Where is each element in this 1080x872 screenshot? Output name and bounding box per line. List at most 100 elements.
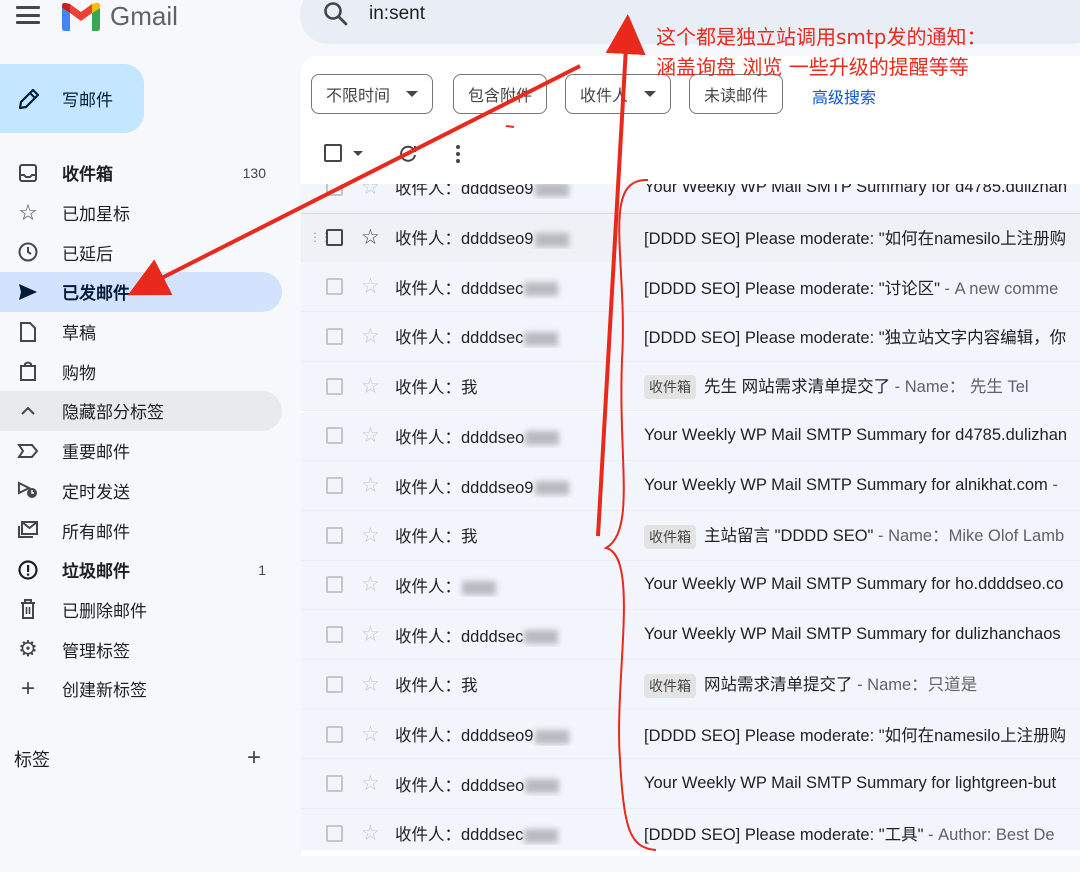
recipient-prefix: 收件人： [395, 627, 461, 646]
star-icon[interactable]: ☆ [361, 624, 380, 645]
email-recipient: 收件人：我 [395, 523, 630, 547]
row-checkbox[interactable] [326, 427, 343, 445]
row-checkbox[interactable] [326, 725, 343, 743]
sidebar-item[interactable]: 垃圾邮件 1 [0, 550, 282, 590]
recipient-prefix: 收件人： [395, 776, 461, 795]
email-row[interactable]: ☆ 收件人：ddddsec Your Weekly WP Mail SMTP Sum… [301, 610, 1080, 660]
recipient-name: ddddsec [461, 279, 524, 298]
email-recipient: 收件人：ddddseo9 [395, 225, 630, 249]
sidebar-item[interactable]: ⚙ 管理标签 [0, 629, 282, 669]
row-checkbox[interactable] [326, 184, 343, 196]
email-row[interactable]: ☆ 收件人：ddddseo9 [DDDD SEO] Please moderate:… [301, 709, 1080, 760]
row-checkbox[interactable] [326, 824, 343, 842]
sidebar-item[interactable]: + 创建新标签 [0, 669, 282, 709]
email-row[interactable]: ☆ 收件人：我 收件箱 主站留言 "DDDD SEO" - Name：Mike Olo… [301, 510, 1080, 561]
sidebar-item-label: 已发邮件 [62, 284, 130, 304]
sidebar-item[interactable]: 收件箱 130 [0, 153, 282, 193]
clock-icon [16, 240, 40, 264]
recipient-prefix: 收件人： [395, 279, 461, 298]
star-icon[interactable]: ☆ [361, 574, 380, 595]
refresh-icon[interactable] [396, 142, 420, 166]
sidebar-item[interactable]: 已发邮件 [0, 272, 282, 312]
compose-label: 写邮件 [62, 91, 113, 110]
email-subject-line: 收件箱 网站需求清单提交了 - Name：只道是 [644, 671, 1080, 698]
email-row[interactable]: ☆ 收件人：ddddseo9 Your Weekly WP Mail SMTP Su… [301, 184, 1080, 213]
sidebar-item[interactable]: 已延后 [0, 232, 282, 272]
menu-bar [16, 6, 40, 9]
gmail-m-icon [62, 2, 100, 31]
sidebar-item[interactable]: ☆ 已加星标 [0, 193, 282, 233]
star-icon[interactable]: ☆ [361, 376, 380, 397]
search-input[interactable]: in:sent [369, 3, 425, 25]
filter-time-chip[interactable]: 不限时间 [311, 74, 434, 114]
star-icon[interactable]: ☆ [361, 525, 380, 546]
inbox-tag[interactable]: 收件箱 [644, 375, 696, 400]
email-subject-line: [DDDD SEO] Please moderate: "如何在namesilo… [644, 225, 1080, 249]
email-row[interactable]: ☆ 收件人：我 收件箱 网站需求清单提交了 - Name：只道是 [301, 660, 1080, 710]
add-label-button[interactable]: + [247, 744, 261, 772]
email-row[interactable]: ☆ 收件人：ddddsec [DDDD SEO] Please moderate: … [301, 809, 1080, 850]
star-icon[interactable]: ☆ [361, 425, 380, 446]
star-icon[interactable]: ☆ [361, 773, 380, 794]
email-subject: 主站留言 "DDDD SEO" [704, 526, 874, 545]
email-snippet: - Name：Mike Olof Lamb [873, 526, 1065, 545]
main-menu-button[interactable] [14, 2, 42, 28]
sidebar-item[interactable]: 定时发送 [0, 471, 282, 511]
filter-attachment-chip[interactable]: 包含附件 [453, 74, 548, 114]
select-all-checkbox[interactable] [324, 144, 342, 162]
row-checkbox[interactable] [326, 626, 343, 644]
redaction-blur [524, 829, 559, 844]
email-row[interactable]: ☆ 收件人：ddddseo Your Weekly WP Mail SMTP Sum… [301, 411, 1080, 462]
email-subject: Your Weekly WP Mail SMTP Summary for d47… [644, 184, 1068, 196]
sidebar-item[interactable]: 所有邮件 [0, 510, 282, 550]
sidebar-nav: 收件箱 130 ☆ 已加星标 已延后已发邮件草稿 购物 隐藏部分标签 重要邮件 定时发送 所有邮件… [0, 153, 282, 709]
star-icon[interactable]: ☆ [361, 276, 380, 297]
sidebar-item[interactable]: 草稿 [0, 312, 282, 352]
star-icon[interactable]: ☆ [361, 326, 380, 347]
row-checkbox[interactable] [326, 377, 343, 395]
star-icon[interactable]: ☆ [361, 184, 380, 198]
compose-button[interactable]: 写邮件 [0, 64, 144, 133]
email-row[interactable]: ☆ 收件人：我 收件箱 先生 网站需求清单提交了 - Name： 先生 Tel [301, 361, 1080, 412]
star-icon[interactable]: ☆ [361, 674, 380, 695]
star-icon[interactable]: ☆ [361, 724, 380, 745]
star-icon[interactable]: ☆ [361, 823, 380, 844]
email-recipient: 收件人：ddddsec [395, 623, 630, 647]
recipient-name: ddddseo9 [461, 230, 534, 249]
row-checkbox[interactable] [326, 278, 343, 296]
sidebar-item[interactable]: 重要邮件 [0, 431, 282, 471]
search-icon[interactable] [322, 0, 350, 28]
sidebar-item-label: 创建新标签 [62, 681, 147, 701]
row-checkbox[interactable] [326, 228, 343, 246]
advanced-search-link[interactable]: 高级搜索 [812, 84, 876, 108]
sidebar-item-label: 收件箱 [62, 165, 113, 185]
gmail-logo[interactable]: Gmail [62, 0, 178, 32]
sidebar-item[interactable]: 隐藏部分标签 [0, 391, 282, 431]
sidebar-item[interactable]: 购物 [0, 351, 282, 391]
more-options-icon[interactable] [448, 142, 468, 166]
inbox-tag[interactable]: 收件箱 [644, 524, 696, 549]
select-dropdown-icon[interactable] [353, 151, 363, 156]
annotation-line-2: 涵盖询盘 浏览 一些升级的提醒等等 [656, 55, 969, 79]
row-checkbox[interactable] [326, 526, 343, 544]
star-icon[interactable]: ☆ [361, 475, 380, 496]
email-row[interactable]: ☆ 收件人： Your Weekly WP Mail SMTP Summary fo… [301, 560, 1080, 611]
email-row[interactable]: ☆ 收件人：ddddseo Your Weekly WP Mail SMTP Sum… [301, 759, 1080, 810]
filter-attachment-label: 包含附件 [468, 88, 533, 105]
gear-icon: ⚙ [18, 636, 38, 662]
star-icon[interactable]: ☆ [361, 227, 380, 248]
email-recipient: 收件人：ddddseo9 [395, 722, 630, 746]
row-checkbox[interactable] [326, 675, 343, 693]
row-checkbox[interactable] [326, 327, 343, 345]
email-row[interactable]: ☆ 收件人：ddddsec [DDDD SEO] Please moderate: … [301, 262, 1080, 313]
email-row[interactable]: ☆ 收件人：ddddsec [DDDD SEO] Please moderate: … [301, 312, 1080, 362]
recipient-prefix: 收件人： [395, 428, 461, 447]
redaction-blur [524, 332, 559, 347]
row-checkbox[interactable] [326, 576, 343, 594]
email-row[interactable]: ☆ 收件人：ddddseo9 Your Weekly WP Mail SMTP Su… [301, 461, 1080, 511]
sidebar-item[interactable]: 已删除邮件 [0, 590, 282, 630]
inbox-tag[interactable]: 收件箱 [644, 673, 696, 698]
email-row[interactable]: ⋮⋮ ☆ 收件人：ddddseo9 [DDDD SEO] Please moderat… [301, 212, 1080, 263]
row-checkbox[interactable] [326, 775, 343, 793]
row-checkbox[interactable] [326, 477, 343, 495]
